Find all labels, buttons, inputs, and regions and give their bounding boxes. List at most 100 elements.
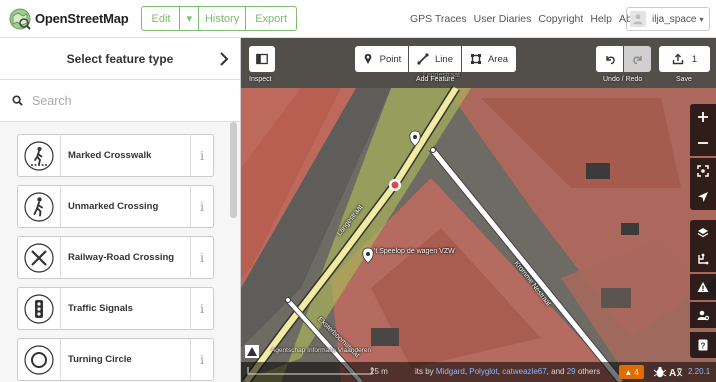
undo-icon	[605, 56, 615, 65]
preset-item[interactable]: Marked Crosswalk i	[17, 134, 214, 177]
osm-logo[interactable]: OpenStreetMap	[9, 8, 129, 30]
credits-prefix: its by	[415, 367, 434, 376]
pedestrian-crosswalk-icon	[24, 140, 54, 171]
user-menu[interactable]: ilja_space ▾	[626, 7, 710, 31]
translate-icon[interactable]: A	[669, 366, 683, 378]
preset-info-button[interactable]: i	[190, 288, 213, 329]
preset-label: Turning Circle	[68, 354, 132, 365]
preset-info-button[interactable]: i	[190, 135, 213, 176]
zoom-to-selection-icon	[697, 165, 709, 177]
add-line-button[interactable]: Line	[409, 46, 461, 72]
background-panel-button[interactable]	[690, 220, 716, 246]
preset-item[interactable]: Railway-Road Crossing i	[17, 236, 214, 279]
preset-search-input[interactable]	[32, 93, 212, 108]
nav-gps-traces[interactable]: GPS Traces	[410, 13, 467, 25]
zoom-out-button[interactable]	[690, 130, 716, 156]
preset-icon-box	[18, 186, 61, 227]
help-panel-button[interactable]: ?	[690, 332, 716, 358]
area-icon	[470, 54, 481, 64]
bug-icon[interactable]	[653, 366, 667, 378]
preset-icon-box	[18, 135, 61, 176]
save-count: 1	[691, 53, 698, 65]
username-label: ilja_space	[652, 13, 697, 25]
preset-sidebar: Select feature type Marked Crosswalk i	[0, 38, 241, 382]
preset-item[interactable]: Traffic Signals i	[17, 287, 214, 330]
point-marker-icon	[364, 54, 372, 64]
poi-label[interactable]: 't Speelop de wagen VZW	[374, 248, 455, 255]
version-link[interactable]: 2.20.1	[688, 367, 710, 376]
geolocate-button[interactable]	[690, 184, 716, 210]
zoom-to-selection-button[interactable]	[690, 158, 716, 184]
redo-icon	[632, 56, 642, 65]
line-icon	[417, 53, 429, 65]
nav-help[interactable]: Help	[590, 13, 612, 25]
issues-warning-badge[interactable]: ▲ 4	[619, 365, 644, 379]
scale-bar[interactable]	[247, 365, 377, 377]
preset-info-button[interactable]: i	[190, 237, 213, 278]
upload-icon	[672, 53, 684, 65]
preset-label: Marked Crosswalk	[68, 150, 152, 161]
svg-text:?: ?	[701, 342, 706, 351]
preferences-panel-button[interactable]	[690, 302, 716, 328]
export-button[interactable]: Export	[246, 6, 298, 31]
imagery-attribution[interactable]: Agentschap Informatie Vlaanderen	[271, 347, 371, 354]
preset-item[interactable]: Turning Circle i	[17, 338, 214, 381]
warning-count: 4	[634, 367, 639, 377]
preset-info-button[interactable]: i	[190, 186, 213, 227]
contributor-link[interactable]: Polyglot	[469, 367, 497, 376]
search-icon	[12, 95, 23, 106]
map-data-panel-button[interactable]	[690, 246, 716, 272]
map-canvas[interactable]: 't Speelop de wagen VZW Langestraat Krom…	[241, 38, 716, 382]
map-toolbar: Inspect Point Line Area Add Feature Undo…	[241, 38, 716, 88]
nav-copyright[interactable]: Copyright	[538, 13, 583, 25]
pedestrian-icon	[24, 191, 54, 222]
add-line-label: Line	[435, 53, 453, 65]
site-title[interactable]: OpenStreetMap	[35, 11, 129, 26]
add-feature-label: Add Feature	[416, 76, 455, 83]
history-button[interactable]: History	[198, 6, 247, 31]
zoom-in-button[interactable]	[690, 104, 716, 130]
credits-others: others	[577, 367, 601, 376]
avatar	[630, 11, 646, 27]
turning-circle-icon	[24, 344, 54, 375]
sidebar-title: Select feature type	[66, 51, 174, 66]
map-footer: 25 m its by Midgard, Polyglot, catweazle…	[241, 362, 716, 382]
preset-icon-box	[18, 237, 61, 278]
aerial-imagery	[241, 38, 716, 382]
scale-label: 25 m	[370, 367, 388, 376]
minus-icon	[698, 142, 708, 144]
warning-icon	[697, 282, 709, 292]
help-icon: ?	[698, 339, 708, 351]
edit-button[interactable]: Edit	[141, 6, 181, 31]
preset-label: Traffic Signals	[68, 303, 133, 314]
issues-panel-button[interactable]	[690, 274, 716, 300]
inspect-button[interactable]	[249, 46, 275, 72]
credits-and: , and	[546, 367, 565, 376]
contributor-link[interactable]: catweazle67	[502, 367, 546, 376]
preset-info-button[interactable]: i	[190, 339, 213, 380]
preset-item[interactable]: Unmarked Crossing i	[17, 185, 214, 228]
chevron-down-icon: ▾	[699, 14, 704, 24]
user-icon	[633, 14, 643, 25]
top-navigation-bar: OpenStreetMap Edit ▾ History Export GPS …	[0, 0, 716, 38]
map-data-icon	[698, 253, 709, 265]
contributor-link[interactable]: Midgard	[436, 367, 465, 376]
save-label: Save	[676, 76, 692, 83]
sidebar-scrollbar[interactable]	[230, 122, 237, 218]
undo-button[interactable]	[596, 46, 623, 72]
edit-dropdown-button[interactable]: ▾	[180, 6, 199, 31]
add-point-button[interactable]: Point	[355, 46, 408, 72]
others-count-link[interactable]: 29	[567, 367, 576, 376]
osm-logo-icon	[9, 8, 31, 30]
user-settings-icon	[697, 310, 709, 321]
chevron-right-icon[interactable]	[217, 51, 231, 67]
svg-text:A: A	[669, 368, 676, 378]
nav-user-diaries[interactable]: User Diaries	[474, 13, 532, 25]
inspect-label: Inspect	[249, 76, 272, 83]
sidebar-header: Select feature type	[0, 38, 240, 80]
preset-label: Unmarked Crossing	[68, 201, 159, 212]
add-area-button[interactable]: Area	[462, 46, 516, 72]
save-button[interactable]: 1	[659, 46, 710, 72]
redo-button[interactable]	[624, 46, 651, 72]
traffic-signals-icon	[24, 293, 54, 324]
